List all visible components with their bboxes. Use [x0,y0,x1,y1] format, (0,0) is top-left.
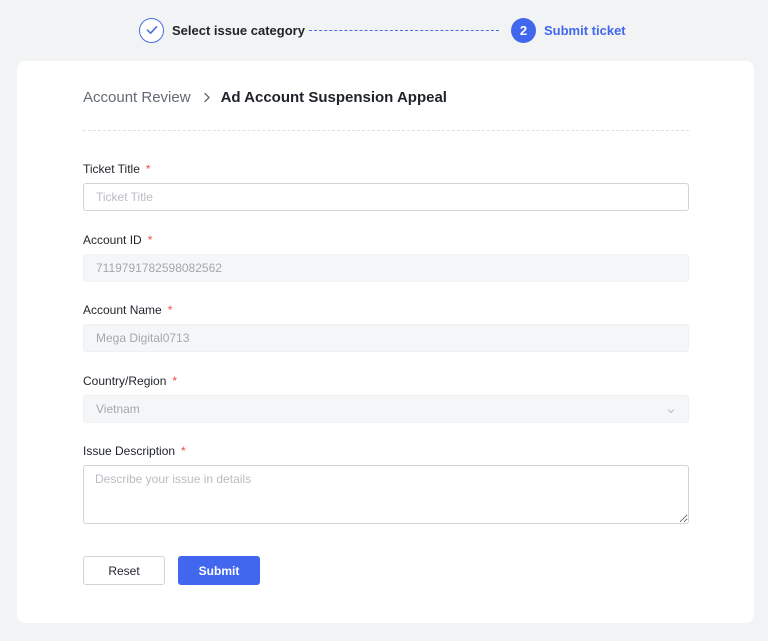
required-mark: * [181,444,186,458]
account-id-input: 7119791782598082562 [83,254,689,282]
ticket-title-input[interactable] [83,183,689,211]
account-id-field: Account ID * 7119791782598082562 [83,233,689,282]
divider [83,130,689,131]
step-number: 2 [511,17,536,43]
step-label: Select issue category [172,22,305,38]
step-submit-ticket: 2 Submit ticket [511,17,626,43]
ticket-title-field: Ticket Title * [83,162,689,211]
field-label: Ticket Title [83,162,140,176]
breadcrumb-parent[interactable]: Account Review [83,89,191,106]
account-name-input: Mega Digital0713 [83,324,689,352]
breadcrumb-current: Ad Account Suspension Appeal [220,89,447,106]
account-name-value: Mega Digital0713 [96,331,190,345]
country-region-value: Vietnam [96,402,140,416]
country-region-select: Vietnam [83,395,689,423]
submit-button[interactable]: Submit [178,556,260,585]
required-mark: * [145,162,151,176]
required-mark: * [167,303,173,317]
issue-description-field: Issue Description * [83,444,689,524]
required-mark: * [172,374,178,388]
chevron-down-icon [666,405,676,415]
field-label: Account Name [83,303,162,317]
step-label: Submit ticket [544,22,626,38]
reset-button[interactable]: Reset [83,556,165,585]
breadcrumb: Account Review Ad Account Suspension App… [83,89,447,106]
step-select-issue-category[interactable]: Select issue category [139,17,305,43]
stepper: Select issue category 2 Submit ticket [0,0,768,60]
country-region-field: Country/Region * Vietnam [83,374,689,423]
chevron-right-icon [203,92,211,103]
issue-description-textarea[interactable] [83,465,689,524]
field-label: Account ID [83,233,142,247]
field-label: Country/Region [83,374,167,388]
ticket-form-card: Account Review Ad Account Suspension App… [17,61,754,623]
account-id-value: 7119791782598082562 [96,261,222,275]
required-mark: * [147,233,153,247]
field-label: Issue Description [83,444,176,458]
step-connector [309,30,499,31]
account-name-field: Account Name * Mega Digital0713 [83,303,689,352]
checkmark-icon [139,17,164,43]
